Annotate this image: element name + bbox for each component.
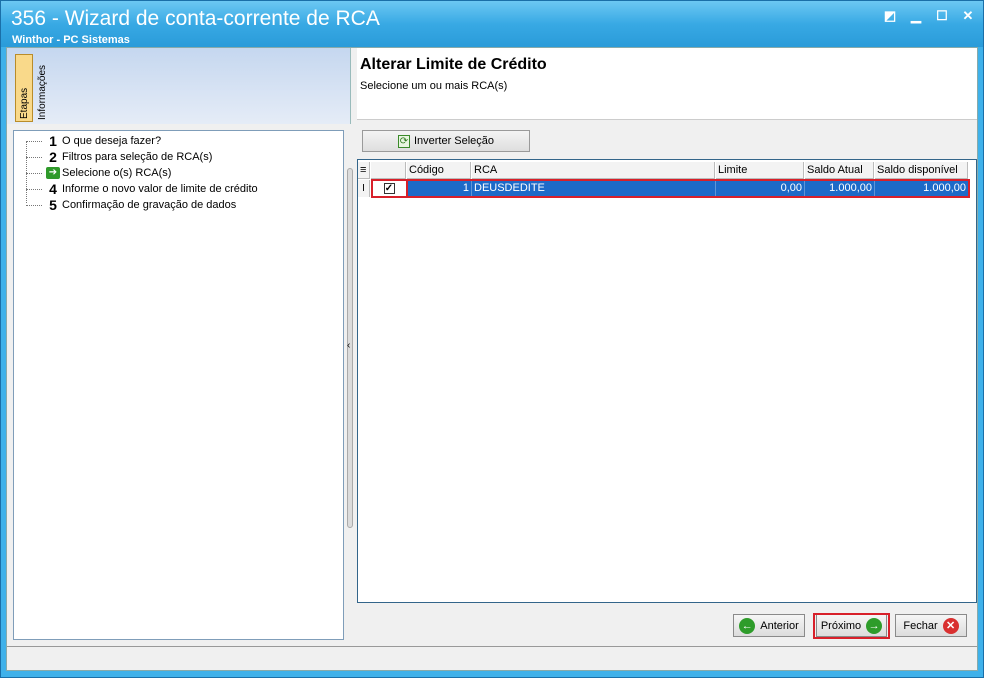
step-label: O que deseja fazer? xyxy=(62,135,162,147)
step-number: 4 xyxy=(49,181,57,197)
step-label: Filtros para seleção de RCA(s) xyxy=(62,151,213,163)
step-label: Confirmação de gravação de dados xyxy=(62,199,237,211)
cell-saldo-disponivel[interactable]: 1.000,00 xyxy=(875,180,969,197)
step-number: 1 xyxy=(49,133,57,149)
restore-icon[interactable]: ◩ xyxy=(883,9,897,23)
close-icon[interactable]: ✕ xyxy=(961,9,975,23)
row-checkbox[interactable]: ✓ xyxy=(383,183,395,194)
invert-selection-button[interactable]: ⟳ Inverter Seleção xyxy=(362,130,530,152)
cell-limite[interactable]: 0,00 xyxy=(716,180,805,197)
status-bar xyxy=(7,646,977,670)
page-header: Alterar Limite de Crédito Selecione um o… xyxy=(357,48,977,120)
minimize-icon[interactable]: ▁ xyxy=(909,9,923,23)
chevron-left-icon[interactable]: ‹ xyxy=(347,340,350,351)
left-tab-strip: Etapas Informações xyxy=(7,48,351,124)
window-controls: ◩ ▁ ☐ ✕ xyxy=(883,9,975,23)
page-instruction: Selecione um ou mais RCA(s) xyxy=(360,80,508,92)
maximize-icon[interactable]: ☐ xyxy=(935,9,949,23)
window-title: 356 - Wizard de conta-corrente de RCA xyxy=(11,7,380,30)
col-check[interactable] xyxy=(371,162,406,179)
tab-etapas[interactable]: Etapas xyxy=(15,54,33,122)
tab-informacoes[interactable]: Informações xyxy=(34,54,52,122)
col-rca[interactable]: RCA xyxy=(472,162,715,179)
col-saldo-atual[interactable]: Saldo Atual xyxy=(805,162,874,179)
tab-informacoes-label: Informações xyxy=(37,64,48,120)
main-panel: Alterar Limite de Crédito Selecione um o… xyxy=(357,48,977,646)
step-3[interactable]: ➔ Selecione o(s) RCA(s) xyxy=(26,165,171,181)
title-bar: 356 - Wizard de conta-corrente de RCA Wi… xyxy=(1,1,983,47)
page-title: Alterar Limite de Crédito xyxy=(360,56,547,73)
client-area: Etapas Informações 1 O que deseja fazer?… xyxy=(6,47,978,671)
fechar-label: Fechar xyxy=(903,619,938,632)
fechar-button[interactable]: Fechar ✕ xyxy=(895,614,967,637)
cell-codigo[interactable]: 1 xyxy=(407,180,472,197)
panel-splitter[interactable]: ‹ xyxy=(346,168,354,528)
rca-grid: ≡ Código RCA Limite Saldo Atual Saldo di… xyxy=(357,159,977,603)
step-label: Selecione o(s) RCA(s) xyxy=(62,167,172,179)
cell-saldo-atual[interactable]: 1.000,00 xyxy=(805,180,875,197)
proximo-label: Próximo xyxy=(820,619,862,632)
arrow-right-icon: → xyxy=(866,617,883,634)
current-step-arrow-icon: ➔ xyxy=(46,167,60,179)
close-circle-icon: ✕ xyxy=(942,617,959,634)
window-subtitle: Winthor - PC Sistemas xyxy=(12,34,130,46)
invert-selection-icon: ⟳ xyxy=(397,134,410,148)
invert-selection-label: Inverter Seleção xyxy=(413,135,495,147)
row-indicator: I xyxy=(358,180,370,197)
row-checkbox-cell[interactable]: ✓ xyxy=(372,180,406,197)
step-1[interactable]: 1 O que deseja fazer? xyxy=(26,133,161,149)
steps-panel: 1 O que deseja fazer? 2 Filtros para sel… xyxy=(13,130,344,640)
anterior-label: Anterior xyxy=(760,619,799,632)
col-codigo[interactable]: Código xyxy=(407,162,471,179)
arrow-left-icon: ← xyxy=(739,617,756,634)
proximo-button[interactable]: Próximo → xyxy=(816,614,887,637)
col-saldo-disponivel[interactable]: Saldo disponível xyxy=(875,162,968,179)
step-label: Informe o novo valor de limite de crédit… xyxy=(62,183,258,195)
tab-etapas-label: Etapas xyxy=(19,87,30,119)
step-5[interactable]: 5 Confirmação de gravação de dados xyxy=(26,197,236,213)
step-4[interactable]: 4 Informe o novo valor de limite de créd… xyxy=(26,181,258,197)
grid-header: ≡ Código RCA Limite Saldo Atual Saldo di… xyxy=(358,162,976,179)
table-row[interactable]: I ✓ 1 DEUSDEDITE 0,00 1.000,00 1.000,00 xyxy=(358,180,976,197)
step-2[interactable]: 2 Filtros para seleção de RCA(s) xyxy=(26,149,212,165)
anterior-button[interactable]: ← Anterior xyxy=(733,614,805,637)
cell-rca[interactable]: DEUSDEDITE xyxy=(472,180,716,197)
grid-menu-icon[interactable]: ≡ xyxy=(358,162,370,179)
step-number: 2 xyxy=(49,149,57,165)
step-number: 5 xyxy=(49,197,57,213)
wizard-window: 356 - Wizard de conta-corrente de RCA Wi… xyxy=(0,0,984,678)
col-limite[interactable]: Limite xyxy=(716,162,804,179)
